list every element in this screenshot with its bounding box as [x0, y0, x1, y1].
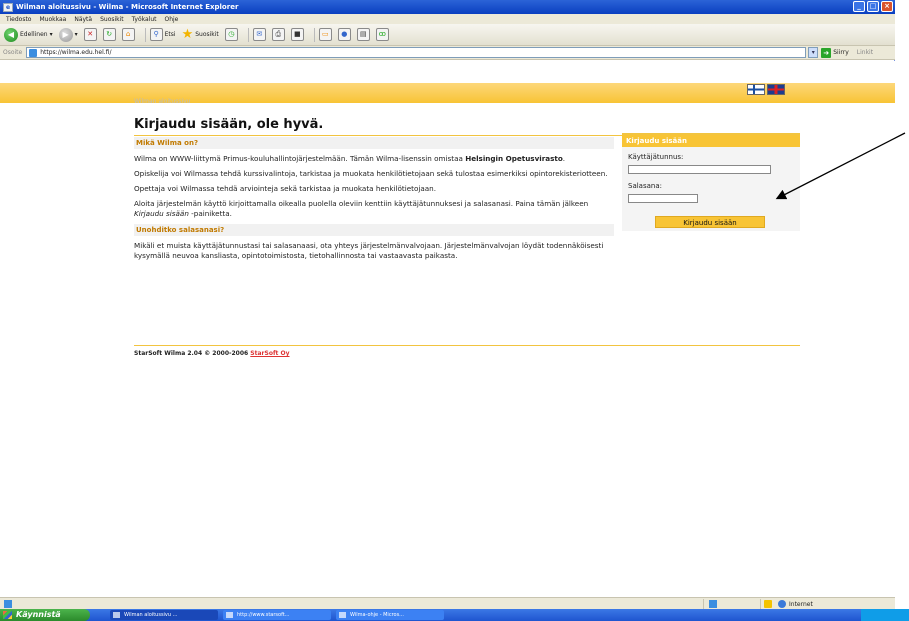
back-dropdown-icon[interactable]: ▾	[50, 31, 53, 38]
title-bar: e Wilman aloitussivu - Wilma - Microsoft…	[0, 0, 895, 14]
minimize-button[interactable]: _	[853, 1, 865, 12]
menu-tools[interactable]: Työkalut	[132, 16, 157, 23]
address-bar: Osoite https://wilma.edu.hel.fi/ ▾ ➜ Sii…	[0, 46, 895, 60]
home-icon: ⌂	[121, 28, 135, 41]
info-column: Mikä Wilma on? Wilma on WWW-liittymä Pri…	[134, 137, 614, 261]
print-button[interactable]: ⎙	[271, 28, 285, 41]
globe-icon: ●	[337, 28, 351, 41]
lock-icon	[764, 600, 772, 608]
status-page-icon	[4, 599, 12, 608]
status-bar: Internet	[0, 597, 895, 609]
menu-edit[interactable]: Muokkaa	[39, 16, 66, 23]
toolbar: ◀ Edellinen ▾ ▶ ▾ ✕ ↻ ⌂ ⚲ Etsi ★ Suosiki…	[0, 24, 895, 46]
page-content: Wilman aloitussivu Kirjaudu sisään, ole …	[0, 61, 895, 597]
stop-button[interactable]: ✕	[83, 28, 97, 41]
status-cell	[703, 599, 725, 609]
taskbar: Käynnistä Wilman aloitussivu ... http://…	[0, 609, 909, 621]
refresh-icon: ↻	[102, 28, 116, 41]
home-button[interactable]: ⌂	[121, 28, 135, 41]
finnish-flag-icon[interactable]	[747, 84, 765, 95]
address-label: Osoite	[3, 49, 23, 56]
window-controls: _ □ ×	[853, 1, 893, 12]
page-icon	[29, 48, 38, 57]
browser-window: e Wilman aloitussivu - Wilma - Microsoft…	[0, 0, 895, 621]
mail-icon: ✉	[252, 28, 266, 41]
back-button[interactable]: ◀ Edellinen ▾	[4, 27, 53, 42]
forward-dropdown-icon[interactable]: ▾	[75, 31, 78, 38]
paragraph-instructions: Aloita järjestelmän käyttö kirjoittamall…	[134, 199, 589, 218]
maximize-button[interactable]: □	[867, 1, 879, 12]
close-button[interactable]: ×	[881, 1, 893, 12]
print-icon: ⎙	[271, 28, 285, 41]
forward-button[interactable]: ▶ ▾	[58, 27, 78, 42]
links-button[interactable]: Linkit	[857, 49, 873, 56]
login-button[interactable]: Kirjaudu sisään	[655, 216, 765, 228]
favorites-button[interactable]: ★ Suosikit	[182, 28, 219, 41]
forward-arrow-icon: ▶	[58, 27, 73, 42]
status-zone: Internet	[760, 599, 895, 609]
login-box: Kirjaudu sisään Käyttäjätunnus: Salasana…	[622, 133, 800, 231]
refresh-button[interactable]: ↻	[102, 28, 116, 41]
footer-divider	[134, 345, 800, 346]
go-arrow-icon: ➜	[821, 47, 832, 58]
messenger-button[interactable]: ꝏ	[375, 28, 389, 41]
ie-page-icon: e	[3, 2, 13, 12]
language-flags	[747, 84, 785, 95]
stop-icon: ✕	[83, 28, 97, 41]
history-icon: ◷	[224, 28, 238, 41]
breadcrumb: Wilman aloitussivu	[134, 98, 191, 105]
messenger-icon: ꝏ	[375, 28, 389, 41]
taskbar-item-wilma[interactable]: Wilman aloitussivu ...	[110, 610, 218, 620]
status-zone-icon	[709, 600, 717, 608]
research-button[interactable]: ▤	[356, 28, 370, 41]
history-button[interactable]: ◷	[224, 28, 238, 41]
system-tray	[861, 609, 909, 621]
paragraph-forgot-password: Mikäli et muista käyttäjätunnustasi tai …	[134, 241, 604, 260]
window-title: Wilman aloitussivu - Wilma - Microsoft I…	[16, 3, 239, 11]
start-button[interactable]: Käynnistä	[0, 609, 90, 621]
mail-button[interactable]: ✉	[252, 28, 266, 41]
globe-button[interactable]: ●	[337, 28, 351, 41]
username-input[interactable]	[628, 165, 771, 174]
taskbar-item-starsoft[interactable]: http://www.starsoft...	[223, 610, 331, 620]
edit-icon: ■	[290, 28, 304, 41]
windows-logo-icon	[3, 611, 12, 619]
menu-help[interactable]: Ohje	[164, 16, 178, 23]
search-icon: ⚲	[149, 28, 163, 41]
taskbar-item-help[interactable]: Wilma-ohje - Micros...	[336, 610, 444, 620]
address-url: https://wilma.edu.hel.fi/	[40, 49, 112, 56]
back-arrow-icon: ◀	[4, 27, 18, 42]
footer: StarSoft Wilma 2.04 © 2000-2006 StarSoft…	[134, 350, 290, 357]
go-button[interactable]: ➜ Siirry	[821, 47, 849, 58]
star-icon: ★	[181, 27, 194, 42]
globe-zone-icon	[778, 600, 786, 608]
edit-button[interactable]: ■	[290, 28, 304, 41]
password-input[interactable]	[628, 194, 698, 203]
starsoft-link[interactable]: StarSoft Oy	[250, 350, 289, 357]
paragraph-teacher: Opettaja voi Wilmassa tehdä arviointeja …	[134, 184, 437, 193]
folder-icon: ▭	[318, 28, 332, 41]
password-label: Salasana:	[628, 182, 662, 190]
folder-button[interactable]: ▭	[318, 28, 332, 41]
menu-favorites[interactable]: Suosikit	[100, 16, 124, 23]
paragraph-intro: Wilma on WWW-liittymä Primus-kouluhallin…	[134, 154, 566, 163]
page-title: Kirjaudu sisään, ole hyvä.	[134, 117, 324, 132]
research-icon: ▤	[356, 28, 370, 41]
username-label: Käyttäjätunnus:	[628, 153, 684, 161]
english-flag-icon[interactable]	[767, 84, 785, 95]
menu-view[interactable]: Näytä	[74, 16, 92, 23]
section-what-is-wilma: Mikä Wilma on?	[134, 137, 614, 149]
section-forgot-password: Unohditko salasanasi?	[134, 224, 614, 236]
address-input[interactable]: https://wilma.edu.hel.fi/	[26, 47, 807, 58]
search-button[interactable]: ⚲ Etsi	[149, 28, 176, 41]
menu-file[interactable]: Tiedosto	[6, 16, 31, 23]
login-header: Kirjaudu sisään	[622, 135, 800, 147]
paragraph-student: Opiskelija voi Wilmassa tehdä kurssivali…	[134, 169, 608, 178]
address-dropdown-icon[interactable]: ▾	[808, 47, 819, 58]
menu-bar: Tiedosto Muokkaa Näytä Suosikit Työkalut…	[0, 14, 895, 24]
